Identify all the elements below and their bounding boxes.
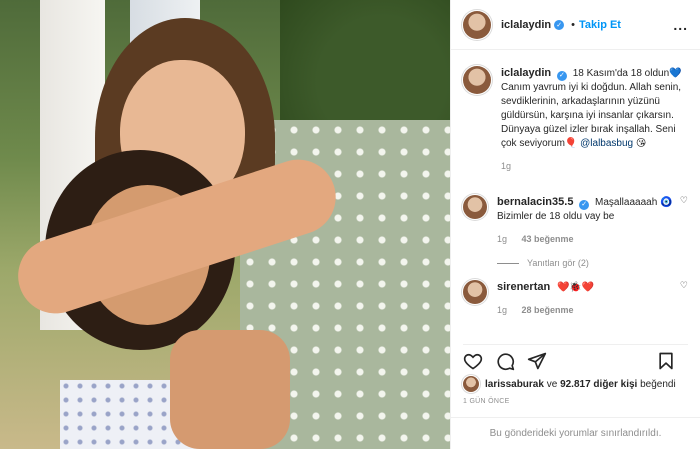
- verified-badge-icon: ✓: [579, 200, 590, 210]
- comment-like-heart-icon[interactable]: ♡: [680, 195, 688, 246]
- avatar[interactable]: [463, 66, 491, 94]
- avatar[interactable]: [463, 376, 479, 392]
- action-bar: [463, 344, 688, 374]
- avatar[interactable]: [463, 10, 491, 39]
- post-header: iclalaydin ✓ • Takip Et ...: [451, 0, 700, 50]
- caption-body: iclalaydin ✓ 18 Kasım'da 18 oldun💙 Canım…: [501, 66, 688, 173]
- caption-text: 18 Kasım'da 18 oldun💙 Canım yavrum iyi k…: [501, 68, 682, 149]
- caption-mention[interactable]: @lalbasbug: [580, 138, 633, 149]
- comment-body: sirenertan ❤️🐞❤️ 1g 28 beğenme: [497, 280, 674, 317]
- comment-time[interactable]: 1g: [497, 305, 507, 315]
- comment-bubble-icon[interactable]: [495, 351, 515, 371]
- caption-meta: 1g: [501, 159, 688, 173]
- liker-username[interactable]: larissaburak: [485, 379, 544, 390]
- instagram-post-view: iclalaydin ✓ • Takip Et ... iclalaydin ✓…: [0, 0, 700, 449]
- comment-time[interactable]: 1g: [497, 234, 507, 244]
- photo-hands: [170, 330, 290, 449]
- follow-button[interactable]: Takip Et: [579, 19, 621, 31]
- caption-time[interactable]: 1g: [501, 161, 511, 171]
- verified-badge-icon: ✓: [556, 71, 567, 81]
- likes-count[interactable]: 92.817 diğer kişi: [560, 379, 637, 390]
- view-replies-button[interactable]: Yanıtları gör (2): [497, 258, 688, 268]
- comment-meta: 1g 43 beğenme: [497, 232, 674, 246]
- comment-meta: 1g 28 beğenme: [497, 303, 674, 317]
- comment-username[interactable]: bernalacin35.5: [497, 196, 573, 208]
- separator-dot: •: [571, 18, 575, 31]
- header-user: iclalaydin ✓ • Takip Et: [501, 19, 621, 31]
- share-send-icon[interactable]: [527, 351, 547, 371]
- verified-badge-icon: ✓: [554, 19, 565, 30]
- avatar[interactable]: [463, 195, 487, 219]
- avatar[interactable]: [463, 280, 487, 304]
- caption-emoji: 😘: [635, 138, 647, 149]
- likes-suffix: beğendi: [637, 378, 676, 390]
- comment-likes[interactable]: 43 beğenme: [522, 234, 574, 244]
- comments-list[interactable]: iclalaydin ✓ 18 Kasım'da 18 oldun💙 Canım…: [451, 56, 700, 338]
- divider: [497, 262, 519, 264]
- post-timestamp[interactable]: 1 GÜN ÖNCE: [463, 398, 510, 405]
- comment-text: ❤️🐞❤️: [556, 282, 595, 293]
- caption: iclalaydin ✓ 18 Kasım'da 18 oldun💙 Canım…: [463, 66, 688, 173]
- more-options-icon[interactable]: ...: [673, 17, 688, 33]
- like-heart-icon[interactable]: [463, 351, 483, 371]
- comment-likes[interactable]: 28 beğenme: [522, 305, 574, 315]
- comments-limited-notice: Bu gönderideki yorumlar sınırlandırıldı.: [451, 417, 700, 449]
- caption-username[interactable]: iclalaydin: [501, 67, 551, 79]
- post-photo[interactable]: [0, 0, 450, 449]
- likes-connector: ve: [543, 378, 561, 390]
- comment-username[interactable]: sirenertan: [497, 281, 550, 293]
- comment-like-heart-icon[interactable]: ♡: [680, 280, 688, 317]
- comment-body: bernalacin35.5 ✓ Maşallaaaaah 🧿 Bizimler…: [497, 195, 674, 246]
- bookmark-icon[interactable]: [656, 351, 676, 371]
- list-item: sirenertan ❤️🐞❤️ 1g 28 beğenme ♡: [463, 280, 688, 317]
- post-side-panel: iclalaydin ✓ • Takip Et ... iclalaydin ✓…: [450, 0, 700, 449]
- list-item: bernalacin35.5 ✓ Maşallaaaaah 🧿 Bizimler…: [463, 195, 688, 246]
- likes-text: larissaburak ve 92.817 diğer kişi beğend…: [485, 379, 676, 390]
- post-username[interactable]: iclalaydin: [501, 19, 551, 31]
- likes-summary: larissaburak ve 92.817 diğer kişi beğend…: [463, 376, 688, 392]
- view-replies-label: Yanıtları gör (2): [527, 258, 589, 268]
